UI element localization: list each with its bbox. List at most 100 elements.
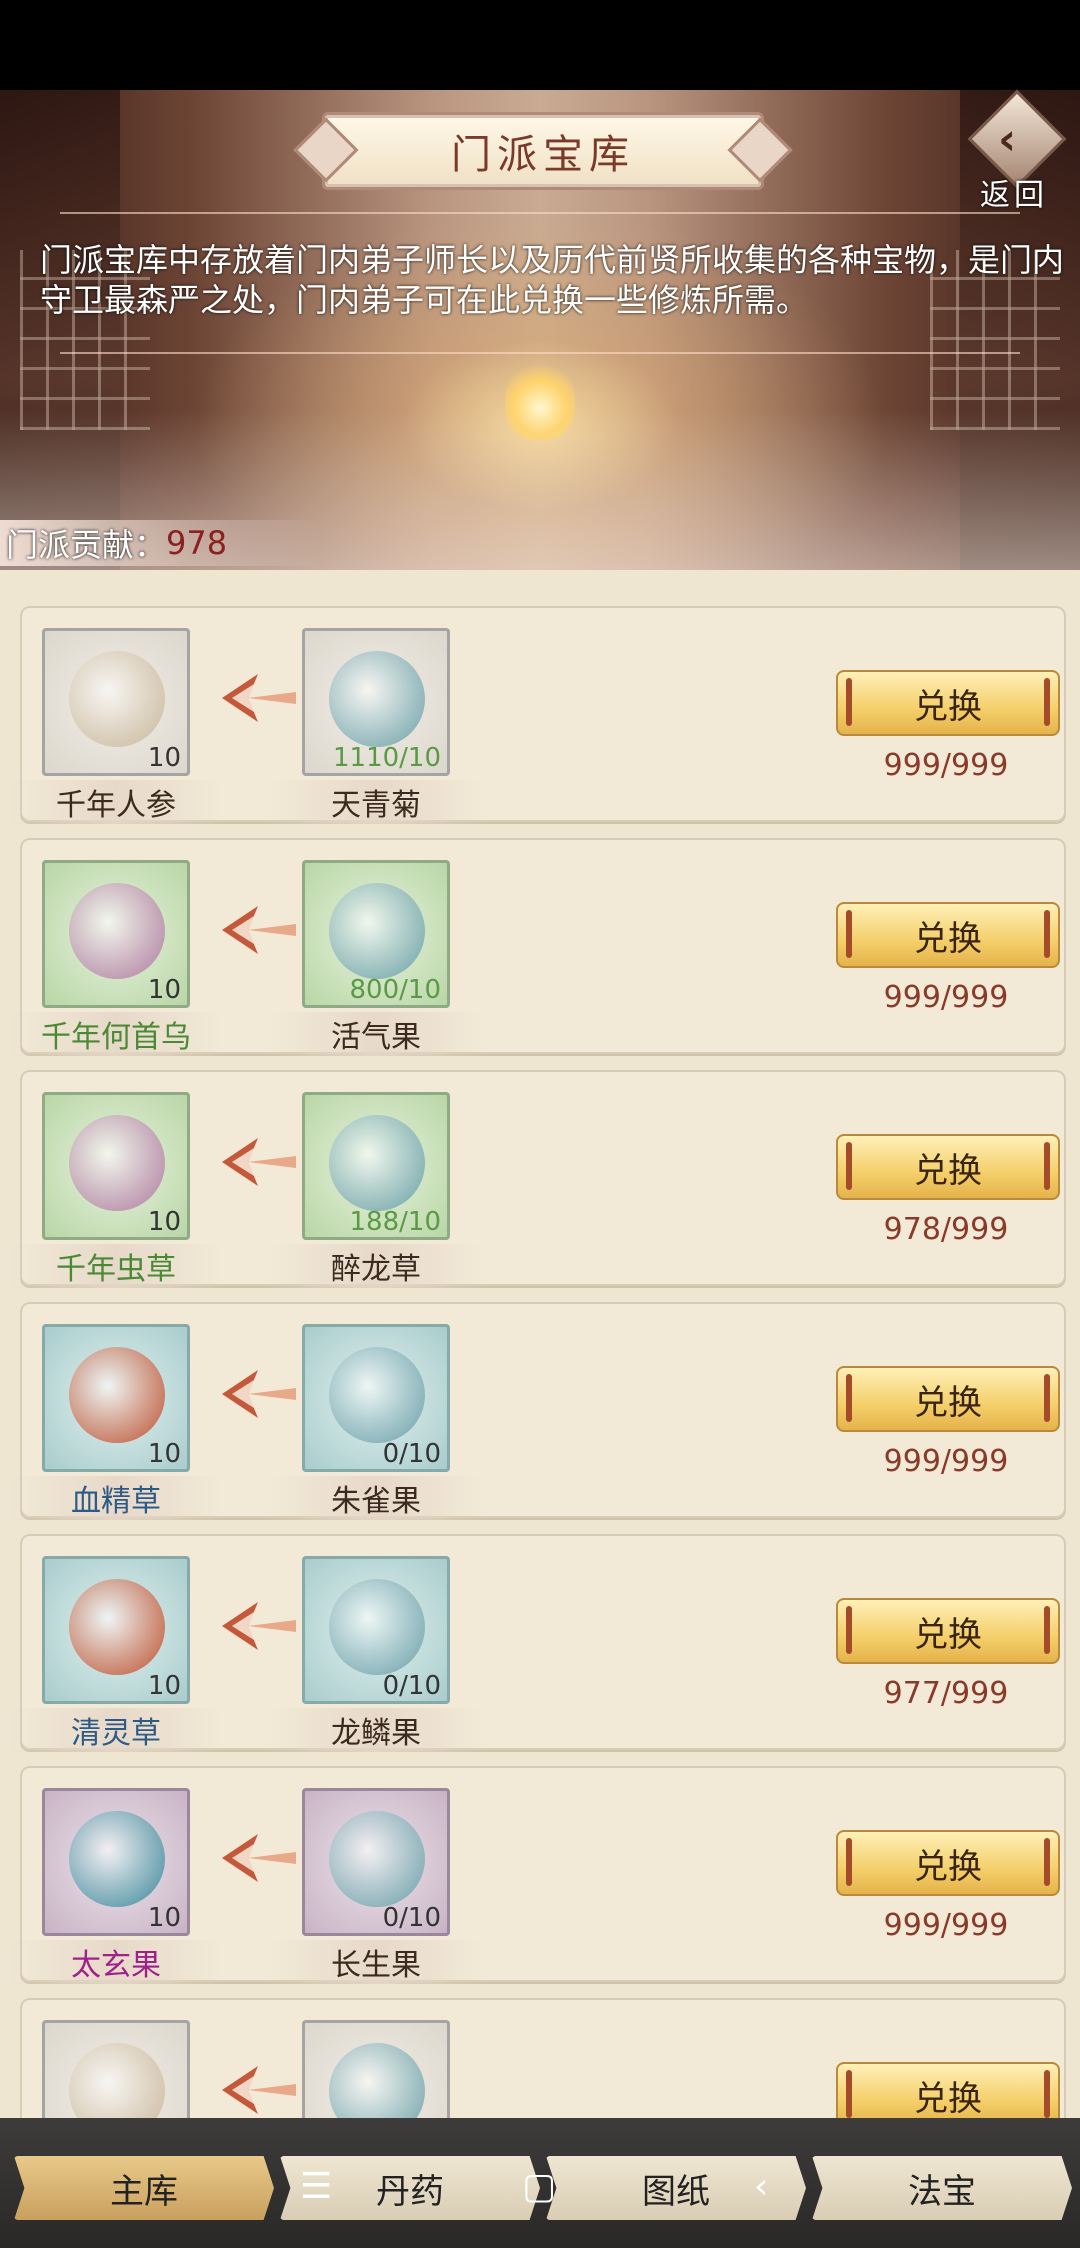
cost-item-name: 天青菊 bbox=[266, 780, 486, 824]
back-nav-icon[interactable]: ‹ bbox=[754, 2166, 768, 2207]
exchange-button-label: 兑换 bbox=[914, 2078, 982, 2119]
cost-qty: 188/10 bbox=[349, 1207, 441, 1237]
exchange-limit: 999/999 bbox=[883, 1908, 1009, 1943]
cost-item-icon bbox=[329, 1115, 425, 1211]
back-label: 返回 bbox=[980, 178, 1048, 213]
cost-item-name: 龙鳞果 bbox=[266, 1708, 486, 1752]
exchange-button-label: 兑换 bbox=[914, 1150, 982, 1191]
cost-item-slot[interactable]: 1110/10 bbox=[302, 628, 450, 776]
cost-item-slot[interactable]: 0/10 bbox=[302, 1788, 450, 1936]
cost-item-slot[interactable]: 0/10 bbox=[302, 1324, 450, 1472]
exchange-button[interactable]: 兑换 bbox=[836, 902, 1060, 968]
contribution-display: 门派贡献： 978 bbox=[0, 520, 320, 566]
cost-item-slot[interactable]: 0/10 bbox=[302, 1556, 450, 1704]
contribution-value: 978 bbox=[166, 524, 228, 562]
exchange-button[interactable]: 兑换 bbox=[836, 1830, 1060, 1896]
exchange-limit: 999/999 bbox=[883, 980, 1009, 1015]
reward-qty: 10 bbox=[147, 975, 181, 1005]
exchange-button[interactable]: 兑换 bbox=[836, 1598, 1060, 1664]
exchange-arrow-icon bbox=[222, 906, 296, 954]
reward-qty: 10 bbox=[147, 1903, 181, 1933]
treasury-description: 门派宝库中存放着门内弟子师长以及历代前贤所收集的各种宝物，是门内守卫最森严之处，… bbox=[40, 241, 1065, 319]
menu-icon[interactable]: ☰ bbox=[300, 2166, 332, 2207]
reward-item-icon bbox=[69, 1347, 165, 1443]
reward-item-name: 血精草 bbox=[6, 1476, 226, 1520]
reward-item-slot[interactable]: 10 bbox=[42, 1788, 190, 1936]
bottom-tab-bar: 主库 丹药 图纸 法宝 ☰ ▢ ‹ bbox=[0, 2118, 1080, 2248]
reward-item-icon bbox=[69, 883, 165, 979]
exchange-button[interactable]: 兑换 bbox=[836, 1134, 1060, 1200]
exchange-row: 10 0/10 血精草 朱雀果 兑换 999/999 bbox=[6, 1302, 1066, 1520]
exchange-arrow-icon bbox=[222, 1370, 296, 1418]
tab-blueprints-label: 图纸 bbox=[642, 2171, 710, 2212]
tab-main-label: 主库 bbox=[110, 2171, 178, 2212]
exchange-limit: 977/999 bbox=[883, 1676, 1009, 1711]
exchange-row: 10 188/10 千年虫草 醉龙草 兑换 978/999 bbox=[6, 1070, 1066, 1288]
cost-item-icon bbox=[329, 1811, 425, 1907]
cost-item-slot[interactable]: 800/10 bbox=[302, 860, 450, 1008]
reward-qty: 10 bbox=[147, 1439, 181, 1469]
exchange-arrow-icon bbox=[222, 674, 296, 722]
reward-item-slot[interactable]: 10 bbox=[42, 860, 190, 1008]
reward-item-slot[interactable]: 10 bbox=[42, 1556, 190, 1704]
reward-item-name: 千年人参 bbox=[6, 780, 226, 824]
divider-bottom bbox=[60, 352, 1020, 354]
reward-item-slot[interactable]: 10 bbox=[42, 1324, 190, 1472]
reward-item-name: 清灵草 bbox=[6, 1708, 226, 1752]
tab-artifacts-label: 法宝 bbox=[908, 2171, 976, 2212]
tab-pills-label: 丹药 bbox=[376, 2171, 444, 2212]
reward-item-slot[interactable]: 10 bbox=[42, 1092, 190, 1240]
exchange-list[interactable]: 10 1110/10 千年人参 天青菊 兑换 999/999 10 800/10 bbox=[0, 570, 1080, 2140]
exchange-button-label: 兑换 bbox=[914, 918, 982, 959]
cost-item-icon bbox=[329, 1579, 425, 1675]
exchange-limit: 978/999 bbox=[883, 1212, 1009, 1247]
cost-item-icon bbox=[329, 883, 425, 979]
cost-item-icon bbox=[329, 651, 425, 747]
exchange-row: 10 1110/10 千年人参 天青菊 兑换 999/999 bbox=[6, 606, 1066, 824]
cost-qty: 0/10 bbox=[382, 1903, 441, 1933]
exchange-button-label: 兑换 bbox=[914, 1382, 982, 1423]
exchange-row: 10 0/10 太玄果 长生果 兑换 999/999 bbox=[6, 1766, 1066, 1984]
cost-item-name: 醉龙草 bbox=[266, 1244, 486, 1288]
cost-qty: 800/10 bbox=[349, 975, 441, 1005]
reward-item-slot[interactable]: 10 bbox=[42, 628, 190, 776]
reward-item-icon bbox=[69, 651, 165, 747]
cost-item-slot[interactable]: 188/10 bbox=[302, 1092, 450, 1240]
exchange-row: 10 800/10 千年何首乌 活气果 兑换 999/999 bbox=[6, 838, 1066, 1056]
tab-main[interactable]: 主库 bbox=[14, 2156, 274, 2220]
reward-item-icon bbox=[69, 1115, 165, 1211]
reward-item-name: 太玄果 bbox=[6, 1940, 226, 1984]
cost-item-name: 朱雀果 bbox=[266, 1476, 486, 1520]
reward-item-name: 千年何首乌 bbox=[6, 1012, 226, 1056]
page-title: 门派宝库 bbox=[451, 132, 635, 178]
reward-item-name: 千年虫草 bbox=[6, 1244, 226, 1288]
back-button[interactable]: ‹ 返回 bbox=[967, 89, 1067, 213]
cost-item-icon bbox=[329, 1347, 425, 1443]
exchange-button[interactable]: 兑换 bbox=[836, 1366, 1060, 1432]
reward-item-icon bbox=[69, 1579, 165, 1675]
exchange-arrow-icon bbox=[222, 1138, 296, 1186]
divider-top bbox=[60, 212, 1020, 214]
reward-item-icon bbox=[69, 1811, 165, 1907]
exchange-limit: 999/999 bbox=[883, 748, 1009, 783]
status-bar bbox=[0, 0, 1080, 90]
exchange-button-label: 兑换 bbox=[914, 1846, 982, 1887]
reward-qty: 10 bbox=[147, 743, 181, 773]
exchange-button[interactable]: 兑换 bbox=[836, 670, 1060, 736]
cost-item-name: 活气果 bbox=[266, 1012, 486, 1056]
cost-qty: 1110/10 bbox=[332, 743, 441, 773]
cost-qty: 0/10 bbox=[382, 1671, 441, 1701]
back-arrow-icon: ‹ bbox=[998, 114, 1017, 165]
exchange-arrow-icon bbox=[222, 1834, 296, 1882]
cost-item-name: 长生果 bbox=[266, 1940, 486, 1984]
reward-qty: 10 bbox=[147, 1671, 181, 1701]
exchange-button-label: 兑换 bbox=[914, 1614, 982, 1655]
exchange-arrow-icon bbox=[222, 1602, 296, 1650]
page-title-plate: 门派宝库 bbox=[322, 112, 764, 190]
cost-qty: 0/10 bbox=[382, 1439, 441, 1469]
home-icon[interactable]: ▢ bbox=[522, 2166, 556, 2207]
exchange-row: 10 0/10 清灵草 龙鳞果 兑换 977/999 bbox=[6, 1534, 1066, 1752]
tab-artifacts[interactable]: 法宝 bbox=[812, 2156, 1072, 2220]
contribution-label: 门派贡献： bbox=[6, 526, 167, 564]
exchange-arrow-icon bbox=[222, 2066, 296, 2114]
